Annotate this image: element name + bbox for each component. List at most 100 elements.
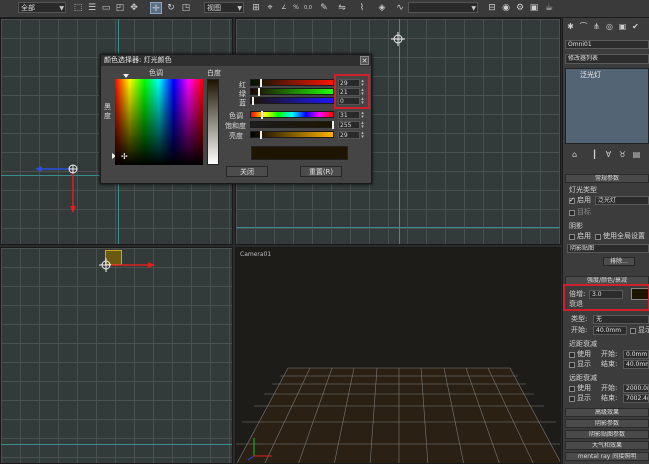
blue-slider[interactable] (250, 97, 334, 105)
modifier-list-dropdown[interactable]: 修改器列表 (565, 54, 649, 64)
near-end-label: 结束: (601, 360, 618, 368)
hue-marker-icon[interactable] (123, 74, 129, 78)
percent-snap-icon[interactable]: % (290, 2, 302, 14)
near-use-checkbox[interactable] (569, 352, 575, 358)
exclude-button[interactable]: 排除... (603, 257, 635, 266)
transform-gizmo[interactable] (97, 258, 161, 278)
left-viewport[interactable] (0, 247, 233, 464)
red-slider[interactable] (250, 79, 334, 87)
motion-tab-icon[interactable]: ◎ (604, 21, 615, 32)
camera-viewport[interactable]: Camera01 (235, 247, 561, 464)
slider-knob[interactable] (261, 111, 263, 119)
reference-coord-dropdown[interactable]: 视图 ▼ (204, 2, 244, 13)
far-start-spinner[interactable]: 2000.0m (623, 384, 649, 393)
general-params-rollout[interactable]: 常规参数 (565, 174, 649, 183)
shadow-type-dropdown[interactable]: 阴影贴图 (567, 244, 649, 253)
viewport-label[interactable]: Camera01 (240, 251, 271, 258)
start-spinner[interactable]: 40.0mm (593, 326, 627, 335)
scale-icon[interactable]: ◳ (180, 2, 192, 14)
select-by-name-icon[interactable]: ☰ (86, 2, 98, 14)
slider-knob[interactable] (260, 131, 262, 139)
schematic-view-icon[interactable]: ⊟ (486, 2, 498, 14)
far-show-checkbox[interactable] (569, 396, 575, 402)
hue-spinner[interactable]: 31 (338, 111, 360, 119)
light-type-dropdown[interactable]: 泛光灯 (595, 196, 649, 205)
saturation-spinner[interactable]: 255 (338, 121, 360, 129)
configure-sets-icon[interactable]: ▤ (631, 149, 642, 160)
mentalray-rollout[interactable]: mental ray 间接照明 (565, 452, 649, 461)
modifier-stack[interactable]: 泛光灯 (565, 68, 649, 144)
reset-button[interactable]: 重置(R) (300, 166, 342, 177)
brightness-spinner[interactable]: 29 (338, 131, 360, 139)
align-icon[interactable]: ⌇ (356, 2, 368, 14)
render-icon[interactable]: ☕ (543, 2, 555, 14)
shadow-map-params-rollout[interactable]: 阴影贴图参数 (565, 430, 649, 439)
object-name-field[interactable]: Omni01 (565, 40, 649, 49)
rotate-icon[interactable]: ↻ (165, 2, 177, 14)
close-icon[interactable]: ✕ (360, 56, 369, 65)
pin-stack-icon[interactable]: ⌂ (569, 149, 580, 160)
use-global-checkbox[interactable] (595, 234, 601, 240)
saturation-slider[interactable] (250, 121, 334, 129)
close-button[interactable]: 关闭 (226, 166, 268, 177)
snap-icon[interactable]: ⌖ (264, 2, 276, 14)
layer-icon[interactable]: ◈ (376, 2, 388, 14)
rect-select-icon[interactable]: ▭ (100, 2, 112, 14)
slider-knob[interactable] (332, 121, 334, 129)
green-slider[interactable] (250, 88, 334, 96)
far-end-spinner[interactable]: 7002.4m (623, 394, 649, 403)
render-frame-icon[interactable]: ▣ (528, 2, 540, 14)
command-panel: ✱ ⌒ ⋔ ◎ ▣ ✔ Omni01 修改器列表 泛光灯 ⌂ ┃ ∀ ♉ ▤ 常… (562, 18, 649, 464)
near-show-checkbox[interactable] (569, 362, 575, 368)
near-start-spinner[interactable]: 0.0mm (623, 350, 649, 359)
remove-modifier-icon[interactable]: ♉ (617, 149, 628, 160)
targeted-checkbox[interactable] (569, 210, 575, 216)
picker-crosshair-icon[interactable]: ✢ (121, 153, 128, 161)
named-selection-dropdown[interactable]: ▼ (408, 2, 478, 13)
select-object-icon[interactable]: ⬚ (72, 2, 84, 14)
mirror-icon[interactable]: ⇋ (336, 2, 348, 14)
selection-filter-dropdown[interactable]: 全部 ▼ (18, 2, 66, 13)
dialog-title[interactable]: 颜色选择器: 灯光颜色 (101, 55, 371, 66)
render-setup-icon[interactable]: ⚙ (514, 2, 526, 14)
slider-knob[interactable] (258, 88, 260, 96)
angle-snap-icon[interactable]: ∠ (278, 2, 290, 14)
near-end-spinner[interactable]: 40.0mm (623, 360, 649, 369)
whiteness-bar[interactable] (207, 79, 219, 165)
display-tab-icon[interactable]: ▣ (617, 21, 628, 32)
hue-slider[interactable] (250, 111, 334, 119)
hue-blackness-field[interactable]: ✢ (115, 79, 203, 165)
far-use-checkbox[interactable] (569, 386, 575, 392)
select-move-icon[interactable]: ✥ (128, 2, 140, 14)
utilities-tab-icon[interactable]: ✔ (630, 21, 641, 32)
omni-light-icon[interactable] (390, 31, 406, 47)
slider-knob[interactable] (252, 97, 254, 105)
transform-gizmo[interactable] (29, 159, 89, 219)
shadows-enable-checkbox[interactable] (569, 234, 575, 240)
spinner-arrows-icon[interactable]: ▴ ▾ (360, 121, 365, 130)
stack-item[interactable]: 泛光灯 (580, 71, 601, 80)
create-tab-icon[interactable]: ✱ (565, 21, 576, 32)
hierarchy-tab-icon[interactable]: ⋔ (591, 21, 602, 32)
edit-named-sets-icon[interactable]: ✎ (318, 2, 330, 14)
hue-label: 色调 (149, 69, 163, 77)
spinner-arrows-icon[interactable]: ▴ ▾ (360, 111, 365, 120)
curve-editor-icon[interactable]: ∿ (394, 2, 406, 14)
advanced-effects-rollout[interactable]: 高级效果 (565, 408, 649, 417)
spinner-snap-icon[interactable]: 0,0 (302, 2, 314, 14)
value-slider[interactable] (250, 131, 334, 139)
decay-type-dropdown[interactable]: 无 (593, 315, 649, 324)
slider-knob[interactable] (260, 79, 262, 87)
atmosphere-rollout[interactable]: 大气和效果 (565, 441, 649, 450)
spinner-arrows-icon[interactable]: ▴ ▾ (360, 131, 365, 140)
window-crossing-icon[interactable]: ◰ (114, 2, 126, 14)
shadow-params-rollout[interactable]: 阴影参数 (565, 419, 649, 428)
make-unique-icon[interactable]: ∀ (603, 149, 614, 160)
material-editor-icon[interactable]: ◉ (500, 2, 512, 14)
show-end-result-icon[interactable]: ┃ (589, 149, 600, 160)
pivot-icon[interactable]: ⊞ (250, 2, 262, 14)
light-enable-checkbox[interactable] (569, 196, 575, 204)
move-icon[interactable]: ✛ (150, 2, 162, 14)
show-decay-checkbox[interactable] (630, 328, 636, 334)
modify-tab-icon[interactable]: ⌒ (578, 21, 589, 32)
